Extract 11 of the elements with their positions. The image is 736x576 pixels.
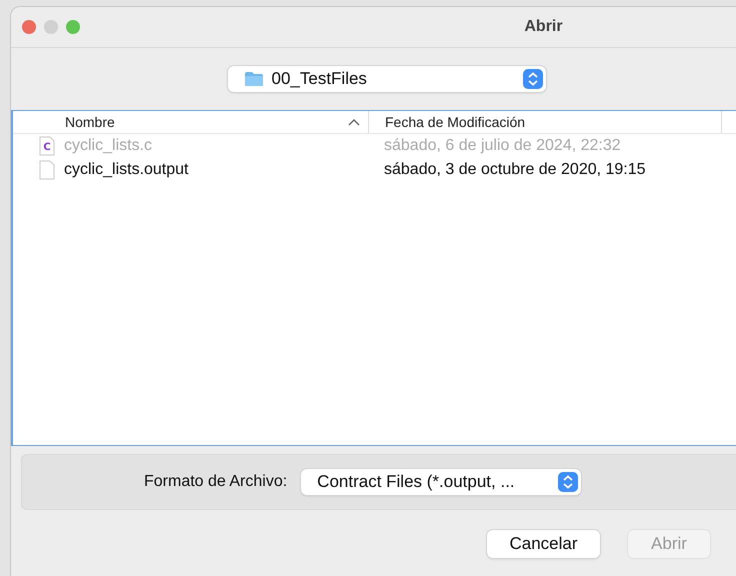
format-label: Formato de Archivo: bbox=[144, 473, 288, 491]
format-dropdown[interactable]: Contract Files (*.output, ... bbox=[301, 469, 582, 495]
window-title: Abrir bbox=[524, 18, 563, 36]
c-file-icon: C bbox=[39, 136, 55, 156]
folder-dropdown[interactable]: 00_TestFiles bbox=[228, 66, 546, 92]
modified-date: sábado, 6 de julio de 2024, 22:32 bbox=[384, 137, 621, 155]
modified-date: sábado, 3 de octubre de 2020, 19:15 bbox=[384, 161, 646, 179]
file-name[interactable]: cyclic_lists.output bbox=[64, 161, 384, 179]
cancel-button[interactable]: Cancelar bbox=[487, 530, 600, 558]
column-header[interactable]: Fecha de Modificación bbox=[369, 111, 722, 133]
column-header[interactable]: Nombre bbox=[13, 111, 369, 133]
